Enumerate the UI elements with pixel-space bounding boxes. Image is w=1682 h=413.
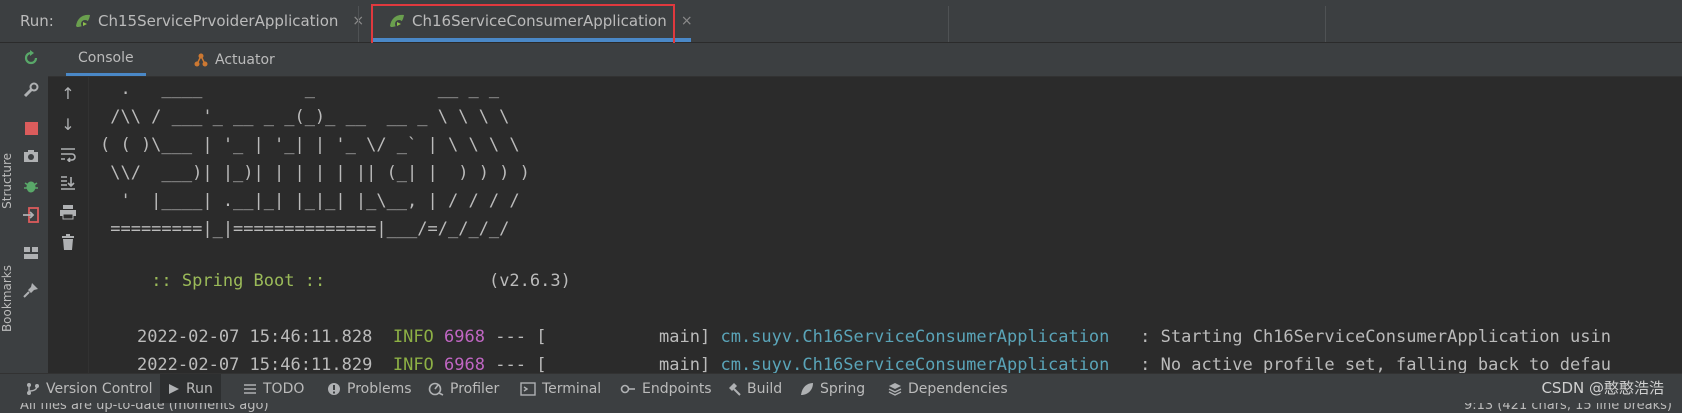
spring-boot-label: :: Spring Boot :: <box>140 271 326 291</box>
banner-line: . ____ _ __ _ _ <box>100 79 500 99</box>
camera-icon[interactable] <box>22 147 40 165</box>
tab-divider <box>948 6 949 42</box>
banner-line: \\/ ___)| |_)| | | | | || (_| | ) ) ) ) <box>100 163 530 183</box>
log-line: 2022-02-07 15:46:11.829 INFO 6968 --- [ … <box>100 329 1611 373</box>
bottom-item-label: TODO <box>263 381 305 397</box>
debug-icon[interactable] <box>22 177 40 195</box>
problems-button[interactable]: Problems <box>327 374 412 404</box>
arrow-down-icon[interactable]: ↓ <box>58 114 78 134</box>
tab-console[interactable]: Console <box>66 43 146 76</box>
log-level: INFO <box>392 355 434 373</box>
log-timestamp: 2022-02-07 15:46:11.829 <box>136 355 373 373</box>
terminal-icon <box>520 382 536 396</box>
print-icon[interactable] <box>58 202 78 222</box>
run-tab-ch15[interactable]: Ch15ServicePrvoiderApplication × <box>74 0 364 42</box>
banner-line: ' |____| .__|_| |_|_| |_\__, | / / / / <box>100 191 520 211</box>
log-message: : No active profile set, falling back to… <box>1140 355 1611 373</box>
tab-actuator[interactable]: Actuator <box>193 43 275 76</box>
log-thread: main] <box>659 355 711 373</box>
banner-line: ( ( )\___ | '_ | '_| | '_ \/ _` | \ \ \ … <box>100 135 520 155</box>
structure-tab[interactable]: Structure <box>0 153 14 209</box>
actuator-icon <box>194 53 208 66</box>
bottom-item-label: Run <box>186 381 213 397</box>
spring-leaf-icon <box>801 383 813 395</box>
branch-icon <box>27 383 39 395</box>
version-control-button[interactable]: Version Control <box>26 374 153 404</box>
run-label: Run: <box>20 12 54 30</box>
banner-line: /\\ / ___'_ __ _ _(_)_ __ __ _ \ \ \ \ <box>100 107 510 127</box>
log-sep: --- [ <box>495 355 547 373</box>
layers-icon <box>888 383 902 396</box>
endpoints-button[interactable]: Endpoints <box>620 374 712 404</box>
log-logger: cm.suyv.Ch16ServiceConsumerApplication <box>720 355 1110 373</box>
bottom-item-label: Endpoints <box>642 381 712 397</box>
bottom-item-label: Terminal <box>542 381 602 397</box>
scroll-to-end-icon[interactable] <box>58 173 78 193</box>
bottom-item-label: Build <box>747 381 783 397</box>
status-message[interactable]: All files are up-to-date (moments ago) <box>20 403 269 413</box>
console-actions-toolbar: ↑ ↓ <box>48 77 89 373</box>
stop-icon[interactable] <box>22 119 40 137</box>
spring-button[interactable]: Spring <box>800 374 865 404</box>
layout-icon[interactable] <box>22 244 40 262</box>
banner-line: =========|_|==============|___/=/_/_/_/ <box>100 219 510 239</box>
soft-wrap-icon[interactable] <box>58 144 78 164</box>
list-icon <box>244 384 256 394</box>
bottom-item-label: Dependencies <box>908 381 1008 397</box>
bottom-item-label: Profiler <box>450 381 500 397</box>
console-output[interactable]: . ____ _ __ _ _ /\\ / ___'_ __ _ _(_)_ _… <box>100 77 1682 373</box>
arrow-up-icon[interactable]: ↑ <box>58 83 78 103</box>
profiler-button[interactable]: Profiler <box>428 374 499 404</box>
wrench-icon[interactable] <box>22 81 40 99</box>
bookmarks-tab[interactable]: Bookmarks <box>0 265 14 332</box>
run-tool-window-header: Run: Ch15ServicePrvoiderApplication × Ch… <box>0 0 1682 50</box>
csdn-watermark: CSDN @憨憨浩浩 <box>1541 379 1664 397</box>
trash-icon[interactable] <box>58 232 78 252</box>
actuator-label: Actuator <box>215 51 275 68</box>
endpoints-icon <box>620 384 635 394</box>
play-icon <box>169 384 179 394</box>
run-tab-label: Ch15ServicePrvoiderApplication <box>98 12 339 30</box>
todo-button[interactable]: TODO <box>243 374 304 404</box>
spring-run-icon <box>76 14 90 28</box>
problems-icon <box>328 383 340 395</box>
close-icon[interactable]: × <box>681 13 693 29</box>
login-icon[interactable] <box>22 206 40 224</box>
bottom-item-label: Version Control <box>46 381 153 397</box>
log-pid: 6968 <box>444 355 485 373</box>
rerun-icon[interactable] <box>22 49 40 67</box>
tab-divider <box>1325 6 1326 42</box>
tool-window-bar: Version Control Run TODO Problems Profil… <box>0 373 1682 404</box>
pin-icon[interactable] <box>22 281 40 299</box>
run-actions-toolbar <box>14 43 49 373</box>
status-bar: All files are up-to-date (moments ago) 9… <box>0 403 1682 413</box>
console-tab-bar: Console Actuator <box>48 43 1682 77</box>
bottom-item-label: Problems <box>347 381 412 397</box>
dependencies-button[interactable]: Dependencies <box>888 374 1008 404</box>
tab-divider <box>358 6 359 42</box>
spring-boot-version: (v2.6.3) <box>488 271 571 291</box>
bottom-item-label: Spring <box>820 381 866 397</box>
profiler-icon <box>428 382 444 396</box>
hammer-icon <box>729 383 741 396</box>
run-button[interactable]: Run <box>160 374 221 404</box>
terminal-button[interactable]: Terminal <box>520 374 601 404</box>
left-tool-strip: Structure Bookmarks <box>0 43 14 373</box>
build-button[interactable]: Build <box>727 374 782 404</box>
caret-position[interactable]: 9:13 (421 chars, 15 line breaks) <box>1464 403 1672 413</box>
